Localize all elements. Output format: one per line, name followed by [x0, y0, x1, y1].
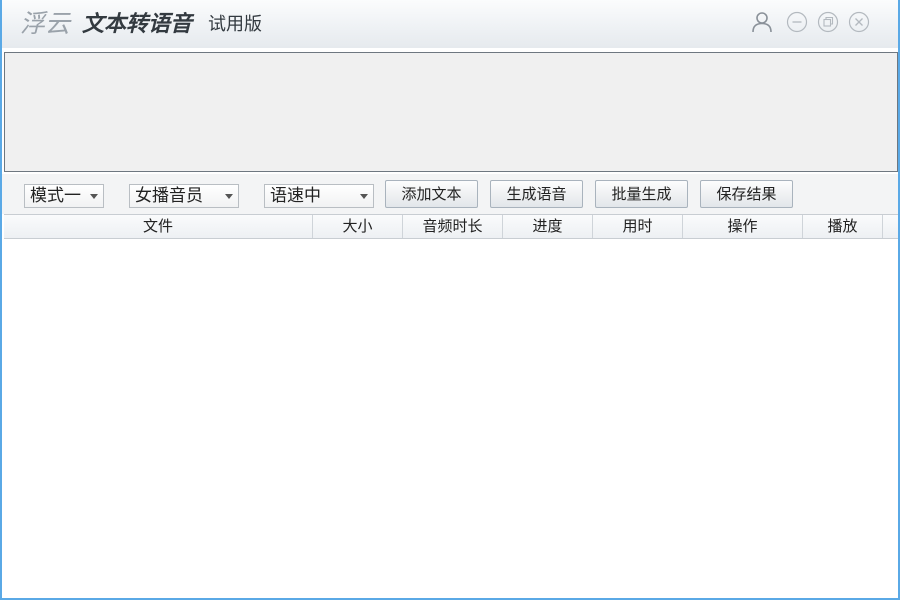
restore-icon[interactable]	[817, 11, 839, 33]
chevron-down-icon	[225, 194, 233, 199]
voice-select[interactable]: 女播音员	[129, 184, 239, 208]
column-header-play[interactable]: 播放	[803, 215, 883, 238]
column-header-size[interactable]: 大小	[313, 215, 403, 238]
title-bar[interactable]: 浮云 文本转语音 试用版	[2, 0, 898, 48]
column-header-file[interactable]: 文件	[4, 215, 313, 238]
column-header-duration[interactable]: 音频时长	[403, 215, 503, 238]
add-text-button[interactable]: 添加文本	[385, 180, 478, 208]
voice-select-value: 女播音员	[135, 186, 203, 206]
text-input-area[interactable]	[4, 52, 898, 172]
file-table-header: 文件 大小 音频时长 进度 用时 操作 播放	[4, 214, 898, 239]
column-header-action[interactable]: 操作	[683, 215, 803, 238]
column-header-progress[interactable]: 进度	[503, 215, 593, 238]
user-icon[interactable]	[751, 11, 773, 33]
speed-select[interactable]: 语速中	[264, 184, 374, 208]
close-icon[interactable]	[848, 11, 870, 33]
toolbar: 模式一 女播音员 语速中 添加文本 生成语音 批量生成 保存结果	[2, 174, 898, 214]
app-window: 浮云 文本转语音 试用版 模式一 女播音员 语速中 添加文本 生成语音 批量生成…	[0, 0, 900, 600]
edition-label: 试用版	[208, 14, 262, 35]
brand-logo-text: 浮云	[20, 9, 71, 38]
batch-generate-button[interactable]: 批量生成	[595, 180, 688, 208]
save-result-button[interactable]: 保存结果	[700, 180, 793, 208]
generate-speech-button[interactable]: 生成语音	[490, 180, 583, 208]
chevron-down-icon	[360, 194, 368, 199]
mode-select[interactable]: 模式一	[24, 184, 104, 208]
app-title: 文本转语音	[82, 11, 193, 37]
speed-select-value: 语速中	[270, 186, 321, 206]
mode-select-value: 模式一	[30, 186, 81, 206]
file-table-body[interactable]	[4, 239, 898, 597]
minimize-icon[interactable]	[786, 11, 808, 33]
column-header-elapsed[interactable]: 用时	[593, 215, 683, 238]
chevron-down-icon	[90, 194, 98, 199]
